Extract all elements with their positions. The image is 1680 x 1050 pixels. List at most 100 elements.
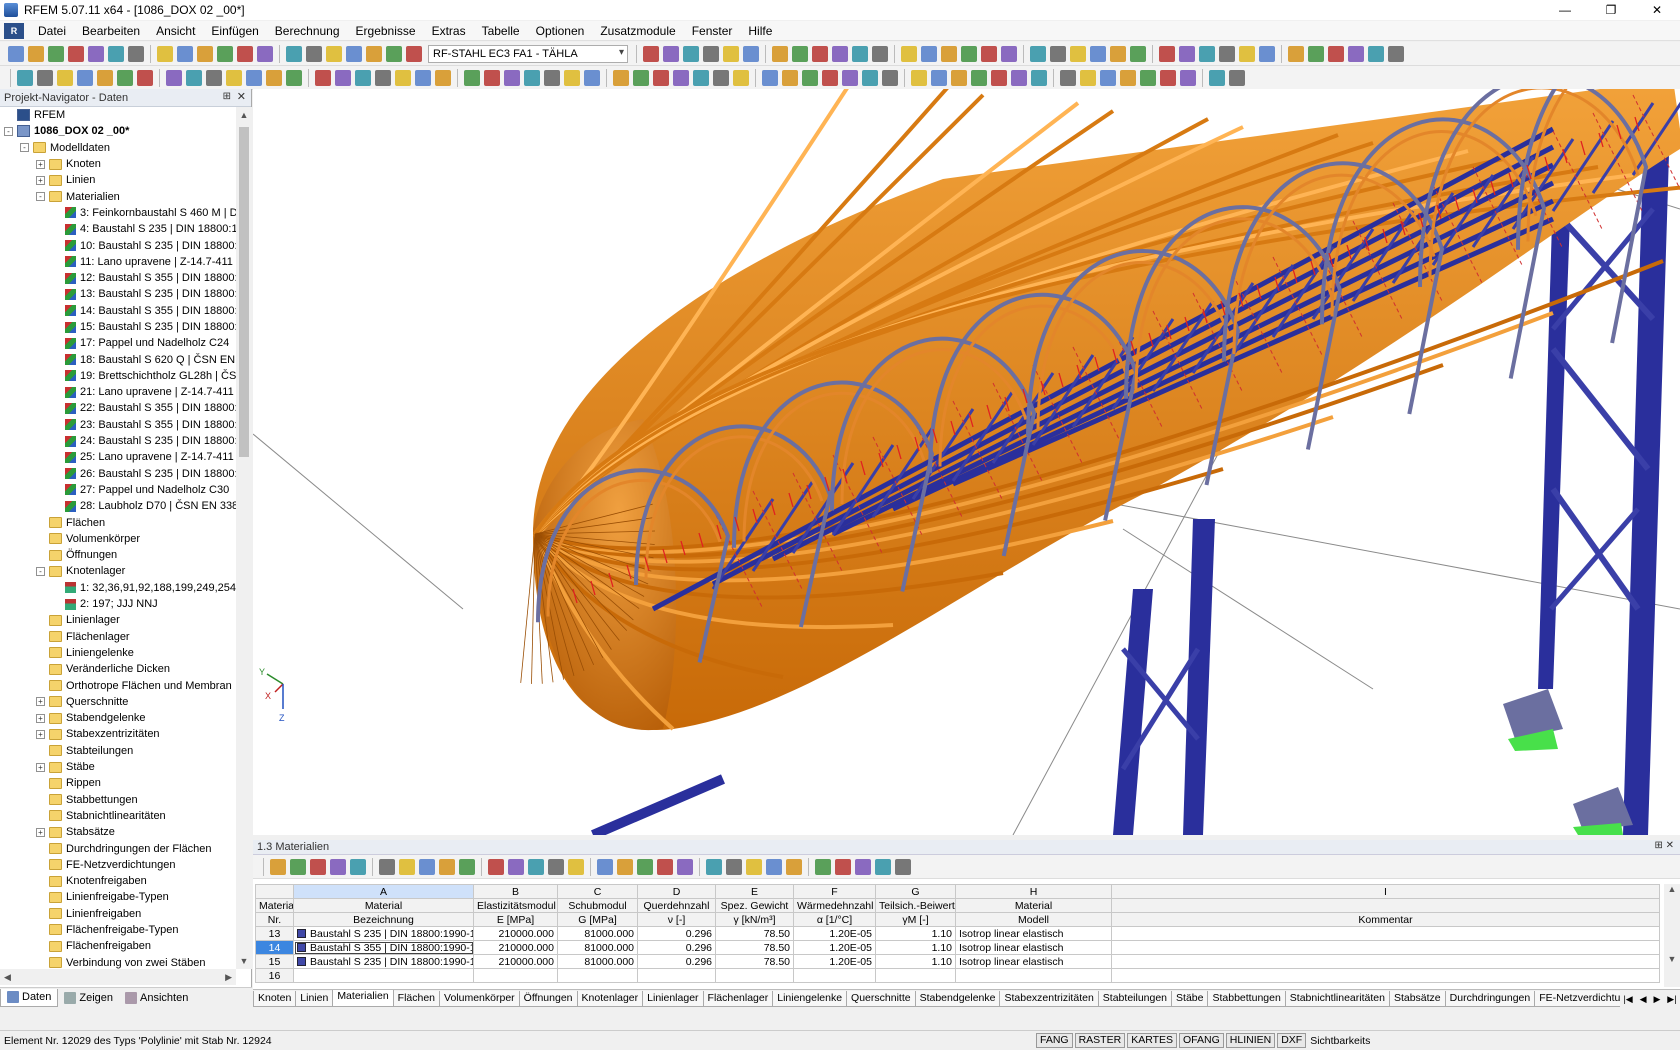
table-cell[interactable] [875,968,956,983]
toolbar-button-icon[interactable] [246,69,262,86]
sheet-tab[interactable]: Knoten [253,991,297,1007]
table-cell[interactable]: 81000.000 [557,940,638,955]
last-icon[interactable]: ▶| [1667,994,1676,1005]
toolbar-button-icon[interactable] [1031,69,1047,86]
toolbar-button-icon[interactable] [762,69,778,86]
table-toolbar-button-icon[interactable] [379,858,395,875]
scroll-up-icon[interactable]: ▲ [236,107,252,123]
table-cell[interactable] [1111,954,1660,969]
column-letter[interactable]: E [715,884,794,899]
toolbar-button-icon[interactable] [842,69,858,86]
tree-item[interactable]: 22: Baustahl S 355 | DIN 18800: [0,400,236,416]
toolbar-button-icon[interactable] [693,69,709,86]
menu-fenster[interactable]: Fenster [684,24,741,38]
toolbar-button-icon[interactable] [683,45,699,62]
tree-item[interactable]: Liniengelenke [0,645,236,661]
toolbar-button-icon[interactable] [226,69,242,86]
toolbar-button-icon[interactable] [1140,69,1156,86]
tree-item[interactable]: 26: Baustahl S 235 | DIN 18800: [0,466,236,482]
table-cell[interactable]: 210000.000 [473,926,558,941]
tree-expander-icon[interactable]: + [36,729,45,739]
tree-item[interactable]: 10: Baustahl S 235 | DIN 18800: [0,237,236,253]
table-toolbar-button-icon[interactable] [399,858,415,875]
toolbar-button-icon[interactable] [564,69,580,86]
table-cell[interactable]: 81000.000 [557,954,638,969]
toolbar-button-icon[interactable] [1388,45,1404,62]
tree-item[interactable]: + Linien [0,172,236,188]
tree-item[interactable]: + Stäbe [0,759,236,775]
tree-item[interactable]: - Modelldaten [0,140,236,156]
toolbar-button-icon[interactable] [1308,45,1324,62]
toolbar-button-icon[interactable] [613,69,629,86]
toolbar-button-icon[interactable] [355,69,371,86]
toolbar-button-icon[interactable] [544,69,560,86]
toolbar-button-icon[interactable] [882,69,898,86]
navigator-hscrollbar[interactable]: ◀ ▶ [0,969,236,985]
toolbar-button-icon[interactable] [733,69,749,86]
table-toolbar-button-icon[interactable] [548,858,564,875]
toolbar-button-icon[interactable] [911,69,927,86]
tree-item[interactable]: 2: 197; JJJ NNJ [0,596,236,612]
column-letter[interactable]: B [473,884,558,899]
toolbar-button-icon[interactable] [257,45,273,62]
toolbar-button-icon[interactable] [197,45,213,62]
table-cell[interactable]: 1.10 [875,940,956,955]
column-letter[interactable]: F [793,884,876,899]
tree-item[interactable]: 1: 32,36,91,92,188,199,249,254; [0,580,236,596]
toolbar-button-icon[interactable] [1080,69,1096,86]
tree-expander-icon[interactable]: - [20,143,29,153]
tree-item[interactable]: Knotenfreigaben [0,873,236,889]
table-cell[interactable]: Isotrop linear elastisch [955,954,1112,969]
sheet-tab[interactable]: Durchdringungen [1444,991,1536,1007]
toolbar-button-icon[interactable] [1239,45,1255,62]
toolbar-button-icon[interactable] [653,69,669,86]
toolbar-button-icon[interactable] [37,69,53,86]
toolbar-button-icon[interactable] [237,45,253,62]
table-row[interactable]: 14 Baustahl S 355 | DIN 18800:1990-11 2100… [255,940,1660,955]
table-row[interactable]: 13 Baustahl S 235 | DIN 18800:1990-11 2100… [255,926,1660,941]
toolbar-button-icon[interactable] [1060,69,1076,86]
menu-berechnung[interactable]: Berechnung [267,24,348,38]
row-number[interactable]: 14 [255,940,294,955]
toolbar-button-icon[interactable] [1328,45,1344,62]
toolbar-button-icon[interactable] [1288,45,1304,62]
toolbar-button-icon[interactable] [157,45,173,62]
table-cell[interactable]: 210000.000 [473,940,558,955]
tree-item[interactable]: + Knoten [0,156,236,172]
toolbar-button-icon[interactable] [1348,45,1364,62]
table-toolbar-button-icon[interactable] [528,858,544,875]
toolbar-button-icon[interactable] [663,45,679,62]
toolbar-button-icon[interactable] [57,69,73,86]
toolbar-button-icon[interactable] [772,45,788,62]
tree-item[interactable]: 21: Lano upravene | Z-14.7-411 [0,384,236,400]
tree-item[interactable]: Flächen [0,514,236,530]
sheet-tab[interactable]: Knotenlager [576,991,644,1007]
toggle-kartes[interactable]: KARTES [1127,1033,1178,1048]
toolbar-button-icon[interactable] [822,69,838,86]
toolbar-button-icon[interactable] [108,45,124,62]
toolbar-button-icon[interactable] [792,45,808,62]
table-toolbar-button-icon[interactable] [310,858,326,875]
toolbar-button-icon[interactable] [1030,45,1046,62]
table-toolbar-button-icon[interactable] [290,858,306,875]
toolbar-button-icon[interactable] [186,69,202,86]
toolbar-button-icon[interactable] [1229,69,1245,86]
tree-expander-icon[interactable]: - [36,566,45,576]
tree-item[interactable]: Linienlager [0,612,236,628]
toolbar-button-icon[interactable] [524,69,540,86]
toolbar-button-icon[interactable] [315,69,331,86]
table-toolbar-button-icon[interactable] [855,858,871,875]
table-toolbar-button-icon[interactable] [726,858,742,875]
tree-item[interactable]: Stabbettungen [0,791,236,807]
toolbar-button-icon[interactable] [852,45,868,62]
toolbar-button-icon[interactable] [177,45,193,62]
toolbar-button-icon[interactable] [286,69,302,86]
toggle-dxf[interactable]: DXF [1277,1033,1307,1048]
toolbar-button-icon[interactable] [673,69,689,86]
tree-item[interactable]: - Knotenlager [0,563,236,579]
table-cell[interactable] [473,968,558,983]
tree-item[interactable]: FE-Netzverdichtungen [0,857,236,873]
toolbar-button-icon[interactable] [335,69,351,86]
table-cell[interactable]: 78.50 [715,926,794,941]
toolbar-button-icon[interactable] [743,45,759,62]
